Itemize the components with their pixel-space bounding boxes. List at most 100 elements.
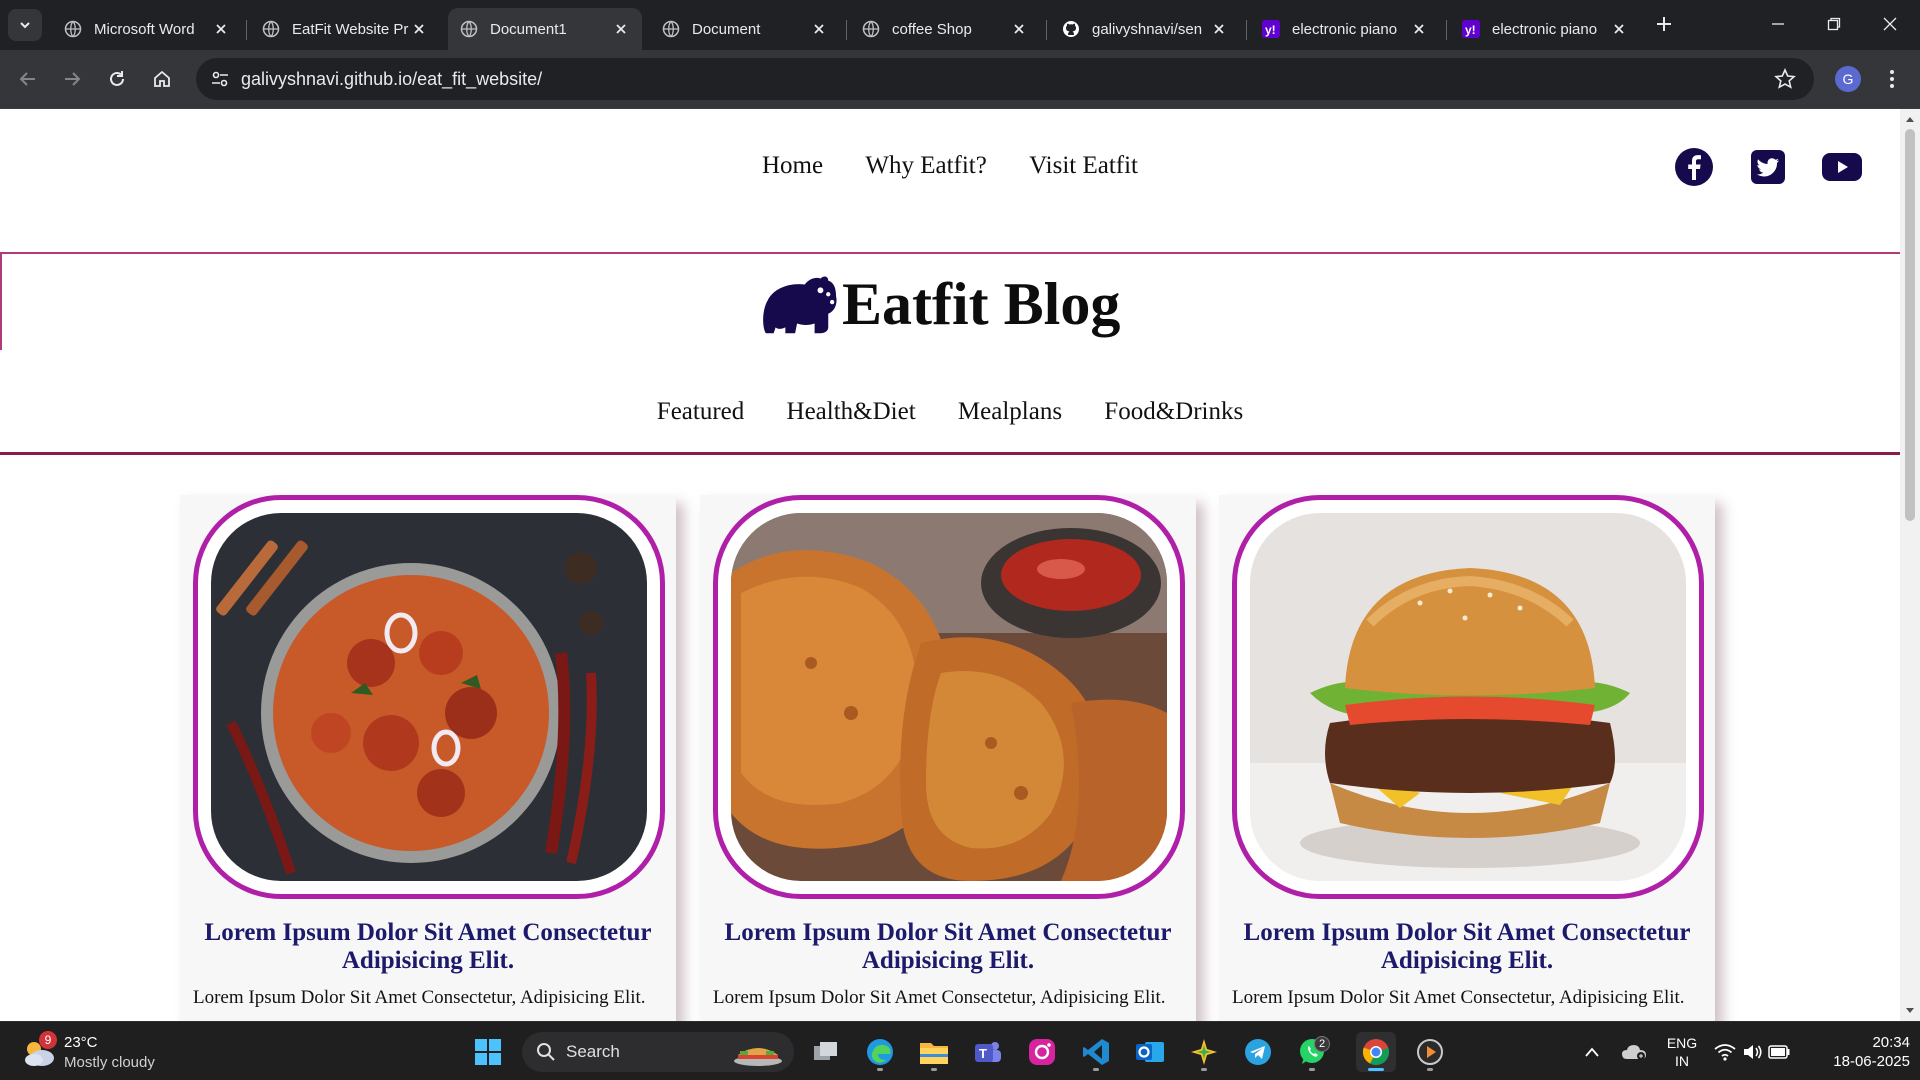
close-icon[interactable] [810, 20, 828, 38]
new-tab-button[interactable] [1652, 12, 1676, 36]
tab-coffee-shop[interactable]: coffee Shop [850, 8, 1040, 50]
close-icon [1883, 17, 1897, 31]
start-button[interactable] [468, 1032, 508, 1072]
more-vertical-icon [1890, 70, 1894, 88]
taskbar-edge[interactable] [860, 1032, 900, 1072]
facebook-icon[interactable] [1672, 145, 1716, 189]
tab-separator [846, 20, 847, 40]
close-icon[interactable] [1210, 20, 1228, 38]
taskbar-file-explorer[interactable] [914, 1032, 954, 1072]
address-bar[interactable]: galivyshnavi.github.io/eat_fit_website/ [196, 58, 1814, 100]
category-food-drinks[interactable]: Food&Drinks [1104, 398, 1243, 426]
running-indicator [1309, 1068, 1315, 1071]
restore-button[interactable] [1822, 12, 1846, 36]
tab-separator [1446, 20, 1447, 40]
forward-button[interactable] [60, 67, 84, 91]
close-icon[interactable] [410, 20, 428, 38]
nav-why-eatfit[interactable]: Why Eatfit? [865, 152, 986, 180]
close-window-button[interactable] [1878, 12, 1902, 36]
taskbar-teams[interactable]: T [968, 1032, 1008, 1072]
github-icon [1062, 20, 1080, 38]
scroll-down-arrow-icon[interactable] [1904, 1005, 1916, 1017]
chevron-down-icon [20, 22, 30, 29]
bookmark-star-icon[interactable] [1774, 68, 1796, 95]
scrollbar-thumb[interactable] [1905, 129, 1915, 521]
close-icon[interactable] [212, 20, 230, 38]
home-button[interactable] [150, 67, 174, 91]
tab-document1[interactable]: Document1 [448, 8, 642, 50]
blog-card[interactable]: Lorem Ipsum Dolor Sit Amet Consectetur A… [700, 495, 1196, 1021]
reload-button[interactable] [105, 67, 129, 91]
chicken-curry-image [211, 513, 647, 881]
scroll-up-arrow-icon[interactable] [1904, 113, 1916, 125]
sparkle-app-icon [1191, 1039, 1217, 1065]
tab-separator [1046, 20, 1047, 40]
outlook-icon [1136, 1042, 1164, 1062]
svg-text:y!: y! [1465, 23, 1476, 37]
category-health-diet[interactable]: Health&Diet [787, 398, 916, 426]
card-text: Lorem Ipsum Dolor Sit Amet Consectetur, … [193, 987, 646, 1008]
taskbar-search[interactable]: Search [522, 1032, 794, 1072]
taskbar-chrome[interactable] [1356, 1032, 1396, 1072]
back-button[interactable] [16, 67, 40, 91]
page-viewport: Home Why Eatfit? Visit Eatfit Eatfit Blo… [0, 109, 1900, 1021]
blog-title: Eatfit Blog [760, 264, 1120, 344]
taskbar-outlook[interactable] [1130, 1032, 1170, 1072]
tab-separator [246, 20, 247, 40]
clock[interactable]: 20:34 18-06-2025 [1800, 1032, 1910, 1072]
card-title[interactable]: Lorem Ipsum Dolor Sit Amet Consectetur A… [720, 919, 1176, 975]
weather-badge: 9 [39, 1031, 57, 1049]
quick-settings-button[interactable] [1714, 1032, 1790, 1072]
minimize-button[interactable] [1766, 12, 1790, 36]
twitter-icon[interactable] [1746, 145, 1790, 189]
tab-document[interactable]: Document [650, 8, 840, 50]
nav-home[interactable]: Home [762, 152, 823, 180]
image-frame [193, 495, 665, 899]
blog-card[interactable]: Lorem Ipsum Dolor Sit Amet Consectetur A… [1219, 495, 1715, 1021]
running-indicator [1368, 1068, 1384, 1071]
weather-widget[interactable]: 9 23°C Mostly cloudy [20, 1030, 200, 1074]
youtube-icon[interactable] [1820, 145, 1864, 189]
taskbar-whatsapp[interactable]: 2 [1292, 1032, 1332, 1072]
restore-icon [1827, 17, 1841, 31]
taskbar-instagram[interactable] [1022, 1032, 1062, 1072]
search-highlight-food-icon [734, 1048, 782, 1066]
profile-avatar[interactable]: G [1835, 66, 1861, 92]
close-icon[interactable] [1410, 20, 1428, 38]
card-title[interactable]: Lorem Ipsum Dolor Sit Amet Consectetur A… [200, 919, 656, 975]
card-title[interactable]: Lorem Ipsum Dolor Sit Amet Consectetur A… [1239, 919, 1695, 975]
tab-electronic-piano-1[interactable]: y! electronic piano [1250, 8, 1440, 50]
arrow-right-icon [65, 72, 81, 86]
running-indicator [931, 1068, 937, 1071]
blog-card[interactable]: Lorem Ipsum Dolor Sit Amet Consectetur A… [180, 495, 676, 1021]
tab-search-button[interactable] [8, 9, 42, 41]
tab-microsoft-word[interactable]: Microsoft Word [52, 8, 242, 50]
taskbar-app-star[interactable] [1184, 1032, 1224, 1072]
language-indicator[interactable]: ENG IN [1662, 1032, 1702, 1072]
running-indicator [1201, 1068, 1207, 1071]
taskbar-vscode[interactable] [1076, 1032, 1116, 1072]
vscode-icon [1083, 1039, 1109, 1065]
category-mealplans[interactable]: Mealplans [958, 398, 1062, 426]
nav-visit-eatfit[interactable]: Visit Eatfit [1029, 152, 1138, 180]
close-icon[interactable] [1610, 20, 1628, 38]
weather-condition: Mostly cloudy [64, 1054, 155, 1071]
tab-eatfit-website[interactable]: EatFit Website Pr [250, 8, 440, 50]
category-featured[interactable]: Featured [657, 398, 744, 426]
site-info-icon[interactable] [210, 69, 230, 94]
task-view-button[interactable] [806, 1032, 846, 1072]
taskbar-media-player[interactable] [1410, 1032, 1450, 1072]
tab-title: coffee Shop [892, 20, 972, 38]
onedrive-button[interactable] [1618, 1032, 1650, 1072]
taskbar-telegram[interactable] [1238, 1032, 1278, 1072]
plus-icon [1657, 17, 1671, 31]
show-hidden-icons-button[interactable] [1580, 1032, 1604, 1072]
close-icon[interactable] [612, 20, 630, 38]
tab-title: Document1 [490, 20, 567, 38]
browser-menu-button[interactable] [1880, 67, 1904, 91]
close-icon[interactable] [1010, 20, 1028, 38]
tab-github[interactable]: galivyshnavi/sen [1050, 8, 1240, 50]
tab-electronic-piano-2[interactable]: y! electronic piano [1450, 8, 1640, 50]
page-scrollbar[interactable] [1900, 109, 1920, 1021]
task-view-icon [814, 1042, 837, 1060]
